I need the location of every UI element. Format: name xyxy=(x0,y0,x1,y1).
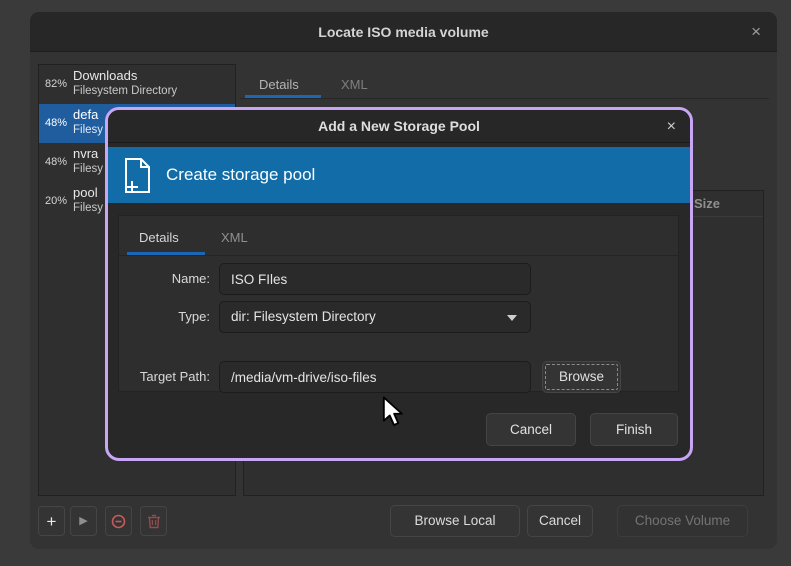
window-title: Locate ISO media volume xyxy=(30,12,777,52)
dialog-notebook: Details XML Name: Type: dir: Filesystem … xyxy=(118,215,679,392)
dialog-tab-details[interactable]: Details xyxy=(139,226,179,250)
pool-name: nvra xyxy=(73,146,98,161)
size-column-header[interactable]: Size xyxy=(694,191,720,217)
new-document-icon xyxy=(122,157,152,194)
pool-usage-percent: 48% xyxy=(39,104,73,143)
pool-usage-percent: 20% xyxy=(39,182,73,221)
type-dropdown[interactable]: dir: Filesystem Directory xyxy=(219,301,531,333)
target-path-input[interactable] xyxy=(219,361,531,393)
name-input[interactable] xyxy=(219,263,531,295)
tab-separator xyxy=(240,98,769,99)
pool-usage-percent: 48% xyxy=(39,143,73,182)
create-storage-pool-banner: Create storage pool xyxy=(108,147,690,203)
pool-row-downloads[interactable]: 82% Downloads Filesystem Directory xyxy=(39,65,235,104)
target-path-label: Target Path: xyxy=(140,361,210,393)
dialog-close-icon[interactable]: × xyxy=(667,110,676,143)
pool-name: defa xyxy=(73,107,98,122)
pool-type: Filesy xyxy=(73,163,103,175)
pool-type: Filesystem Directory xyxy=(73,85,177,97)
dialog-cancel-button[interactable]: Cancel xyxy=(486,413,576,446)
pool-name: Downloads xyxy=(73,68,137,83)
add-pool-button[interactable]: + xyxy=(38,506,65,536)
choose-volume-button[interactable]: Choose Volume xyxy=(617,505,748,537)
pool-type: Filesy xyxy=(73,124,103,136)
play-icon: ▶ xyxy=(79,516,87,527)
dialog-tab-xml[interactable]: XML xyxy=(221,226,248,250)
dialog-titlebar: Add a New Storage Pool × xyxy=(108,110,690,143)
banner-heading: Create storage pool xyxy=(166,165,315,185)
trash-icon xyxy=(147,514,161,529)
dialog-finish-button[interactable]: Finish xyxy=(590,413,678,446)
remove-circle-icon xyxy=(111,514,126,529)
pool-usage-percent: 82% xyxy=(39,65,73,104)
tab-xml[interactable]: XML xyxy=(341,72,368,98)
cancel-button[interactable]: Cancel xyxy=(527,505,593,537)
browse-button[interactable]: Browse xyxy=(542,361,621,393)
window-titlebar: Locate ISO media volume × xyxy=(30,12,777,52)
stop-pool-button[interactable] xyxy=(105,506,132,536)
plus-icon: + xyxy=(47,513,57,530)
window-close-icon[interactable]: × xyxy=(751,12,761,52)
screen: Locate ISO media volume × 82% Downloads … xyxy=(0,0,791,566)
pool-name: pool xyxy=(73,185,98,200)
browse-local-button[interactable]: Browse Local xyxy=(390,505,520,537)
chevron-down-icon xyxy=(507,315,517,321)
type-label: Type: xyxy=(178,301,210,333)
delete-pool-button[interactable] xyxy=(140,506,167,536)
dialog-tab-separator xyxy=(119,255,678,256)
type-dropdown-value: dir: Filesystem Directory xyxy=(231,309,376,324)
start-pool-button[interactable]: ▶ xyxy=(70,506,97,536)
pool-type: Filesy xyxy=(73,202,103,214)
dialog-title: Add a New Storage Pool xyxy=(108,110,690,143)
mouse-cursor xyxy=(382,396,404,427)
name-label: Name: xyxy=(172,263,210,295)
